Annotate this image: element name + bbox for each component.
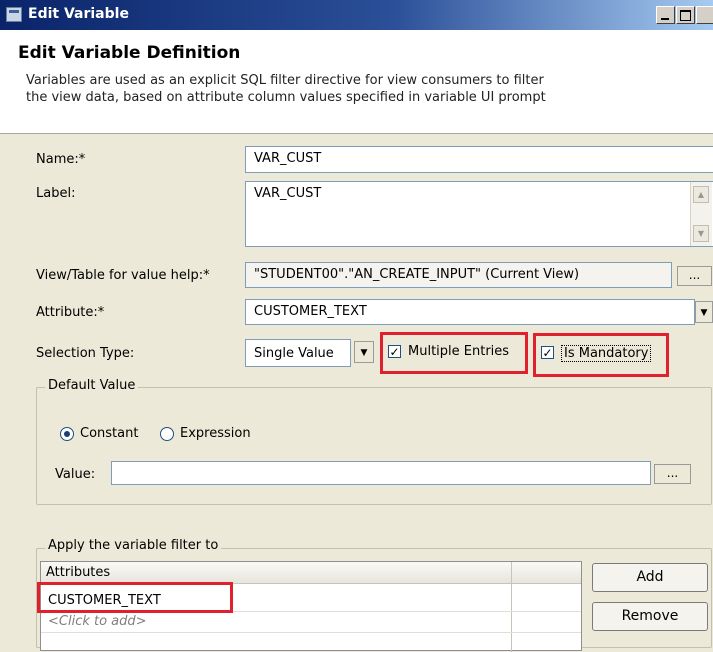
default-value-input[interactable] [111,461,651,485]
attributes-column-header[interactable]: Attributes [46,565,110,580]
app-icon [6,7,22,22]
description-line: the view data, based on attribute column… [26,90,546,105]
attribute-select[interactable]: CUSTOMER_TEXT [245,299,695,325]
selection-type-label: Selection Type: [36,346,135,361]
constant-radio[interactable] [60,427,74,441]
label-textarea[interactable]: VAR_CUST [245,181,713,247]
row-divider [41,632,581,633]
label-scrollbar[interactable]: ▲ ▼ [690,182,712,246]
value-help-input[interactable]: "STUDENT00"."AN_CREATE_INPUT" (Current V… [245,262,672,288]
add-button[interactable]: Add [592,563,708,592]
expression-radio[interactable] [160,427,174,441]
add-row-placeholder[interactable]: <Click to add> [48,614,147,629]
scroll-up-icon[interactable]: ▲ [693,186,709,203]
apply-filter-legend: Apply the variable filter to [45,538,222,553]
scroll-down-icon[interactable]: ▼ [693,225,709,242]
value-help-browse-button[interactable]: ... [677,266,712,286]
remove-button[interactable]: Remove [592,602,708,631]
attributes-table-header [41,562,581,584]
dialog-title: Edit Variable Definition [18,43,241,63]
value-help-label: View/Table for value help:* [36,268,210,283]
attribute-dropdown-icon[interactable]: ▼ [695,301,713,323]
label-textarea-value: VAR_CUST [254,186,322,201]
column-divider [511,562,512,652]
dialog-description: Variables are used as an explicit SQL fi… [26,72,706,106]
expression-label: Expression [180,426,251,441]
multiple-entries-checkbox[interactable]: ✓ [388,345,401,358]
is-mandatory-label: Is Mandatory [561,345,652,362]
default-value-browse-button[interactable]: ... [654,464,691,484]
default-value-group [36,387,712,505]
selection-type-select[interactable]: Single Value [245,339,351,367]
attribute-label: Attribute:* [36,305,105,320]
label-label: Label: [36,186,76,201]
close-button[interactable] [696,6,713,24]
minimize-button[interactable] [656,6,675,24]
description-line: Variables are used as an explicit SQL fi… [26,73,544,88]
is-mandatory-checkbox[interactable]: ✓ [541,346,554,359]
maximize-button[interactable] [676,6,695,24]
selection-type-dropdown-icon[interactable]: ▼ [354,341,374,363]
name-label: Name:* [36,152,86,167]
multiple-entries-label: Multiple Entries [408,344,510,359]
default-value-label: Value: [55,467,96,482]
constant-label: Constant [80,426,139,441]
window-title: Edit Variable [28,6,129,22]
default-value-legend: Default Value [45,378,139,393]
highlight-customer-text [37,582,233,613]
name-input[interactable]: VAR_CUST [245,146,713,173]
